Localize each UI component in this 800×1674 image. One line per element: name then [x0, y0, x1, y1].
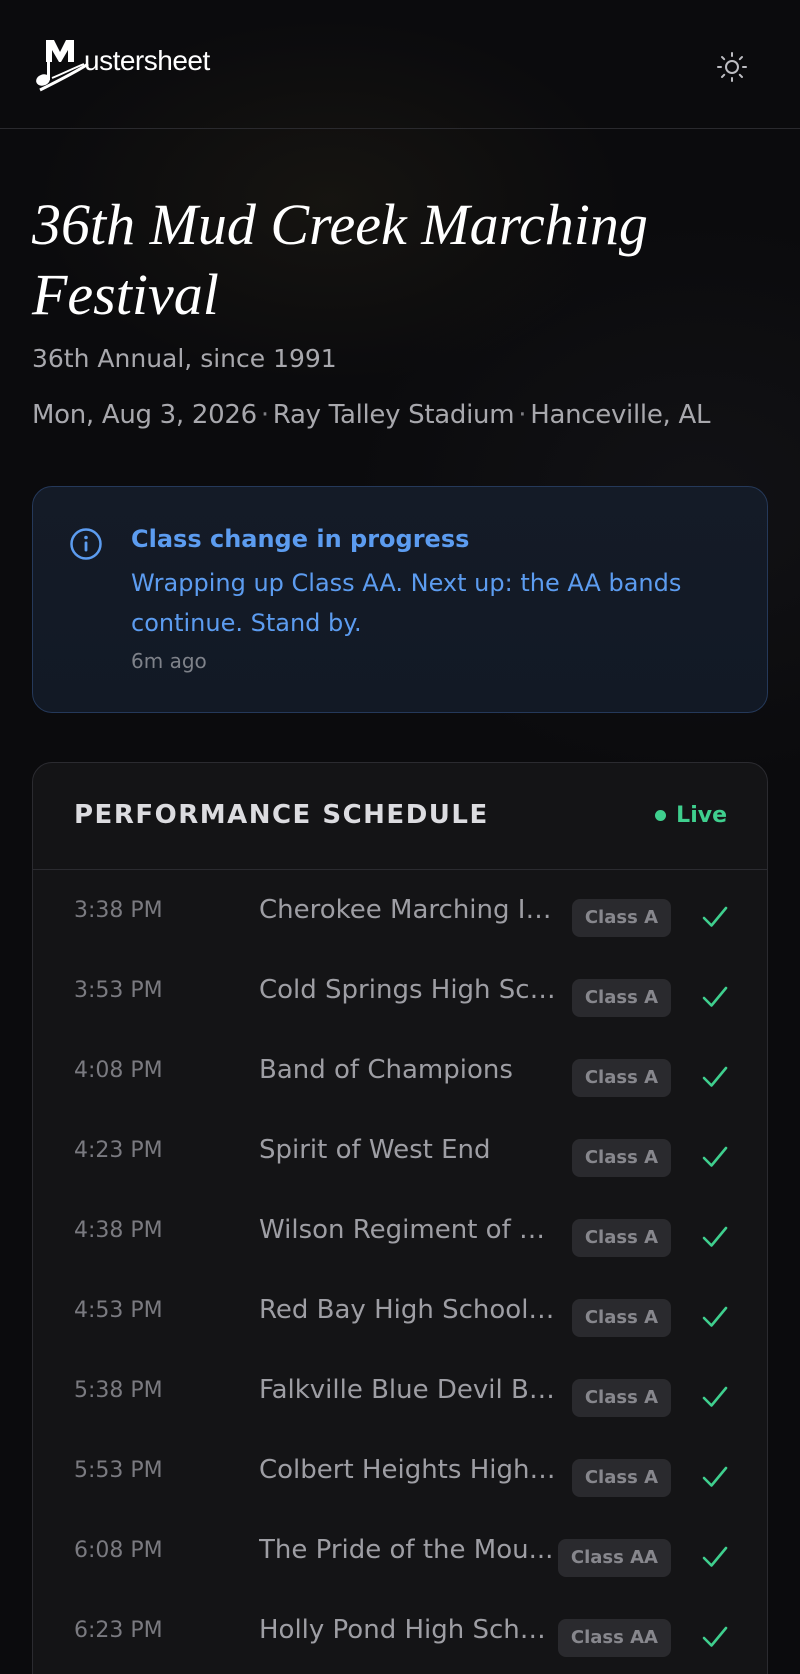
class-badge: Class A [571, 1219, 671, 1257]
checkmark-icon [701, 1143, 729, 1171]
class-badge: Class AA [557, 1619, 671, 1657]
schedule-row[interactable]: 4:53 PM Red Bay High School B... Class A [33, 1270, 767, 1350]
schedule-row[interactable]: 3:38 PM Cherokee Marching In... Class A [33, 870, 767, 950]
band-name: Falkville Blue Devil Band [259, 1375, 559, 1405]
performance-time: 3:38 PM [74, 898, 163, 923]
event-location: Hanceville, AL [530, 400, 711, 430]
performance-time: 4:23 PM [74, 1138, 163, 1163]
schedule-row[interactable]: 3:53 PM Cold Springs High Sch... Class A [33, 950, 767, 1030]
logo-text: ustersheet [84, 45, 210, 76]
meta-separator: · [260, 400, 269, 430]
alert-timestamp: 6m ago [131, 649, 207, 673]
band-name: Spirit of West End [259, 1135, 491, 1165]
schedule-row[interactable]: 4:08 PM Band of Champions Class A [33, 1030, 767, 1110]
schedule-row[interactable]: 4:23 PM Spirit of West End Class A [33, 1110, 767, 1190]
checkmark-icon [701, 1543, 729, 1571]
band-name: Colbert Heights High ... [259, 1455, 559, 1485]
class-badge: Class AA [557, 1539, 671, 1577]
band-name: Holly Pond High Scho... [259, 1615, 559, 1645]
info-icon [69, 527, 103, 561]
schedule-list: 3:38 PM Cherokee Marching In... Class A 3:5… [33, 870, 767, 1670]
event-subtitle: 36th Annual, since 1991 [32, 344, 337, 373]
checkmark-icon [701, 1383, 729, 1411]
event-title: 36th Mud Creek Marching Festival [32, 192, 648, 327]
band-name: Red Bay High School B... [259, 1295, 559, 1325]
schedule-title: PERFORMANCE SCHEDULE [74, 800, 489, 830]
performance-time: 3:53 PM [74, 978, 163, 1003]
band-name: The Pride of the Mou... [259, 1535, 554, 1565]
class-badge: Class A [571, 1459, 671, 1497]
performance-time: 6:08 PM [74, 1538, 163, 1563]
performance-time: 6:23 PM [74, 1618, 163, 1643]
schedule-header: PERFORMANCE SCHEDULE Live [33, 763, 767, 870]
meta-separator: · [518, 400, 527, 430]
live-dot-icon [655, 810, 667, 821]
sun-icon [717, 52, 747, 82]
checkmark-icon [701, 1623, 729, 1651]
checkmark-icon [701, 1063, 729, 1091]
band-name: Cherokee Marching In... [259, 895, 559, 925]
schedule-row[interactable]: 6:08 PM The Pride of the Mou... Class AA [33, 1510, 767, 1590]
schedule-row[interactable]: 5:53 PM Colbert Heights High ... Class A [33, 1430, 767, 1510]
schedule-row[interactable]: 5:38 PM Falkville Blue Devil Band Class A [33, 1350, 767, 1430]
checkmark-icon [701, 1223, 729, 1251]
class-badge: Class A [571, 979, 671, 1017]
class-badge: Class A [571, 1059, 671, 1097]
alert-title: Class change in progress [131, 525, 470, 553]
logo[interactable]: ustersheet [32, 34, 222, 94]
class-badge: Class A [571, 1299, 671, 1337]
class-badge: Class A [571, 1379, 671, 1417]
schedule-row[interactable]: 4:38 PM Wilson Regiment of Bl... Class A [33, 1190, 767, 1270]
checkmark-icon [701, 1303, 729, 1331]
checkmark-icon [701, 1463, 729, 1491]
alert-body: Wrapping up Class AA. Next up: the AA ba… [131, 569, 682, 637]
event-meta: Mon, Aug 3, 2026 · Ray Talley Stadium · Hanc… [32, 400, 772, 430]
schedule-row[interactable]: 6:23 PM Holly Pond High Scho... Class AA [33, 1590, 767, 1670]
band-name: Band of Champions [259, 1055, 513, 1085]
event-venue: Ray Talley Stadium [272, 400, 515, 430]
class-badge: Class A [571, 1139, 671, 1177]
checkmark-icon [701, 903, 729, 931]
live-status-label: Live [676, 803, 727, 828]
announcement-alert: Class change in progress Wrapping up Cla… [32, 486, 768, 713]
performance-time: 4:08 PM [74, 1058, 163, 1083]
checkmark-icon [701, 983, 729, 1011]
performance-time: 5:53 PM [74, 1458, 163, 1483]
class-badge: Class A [571, 899, 671, 937]
event-date: Mon, Aug 3, 2026 [32, 400, 257, 430]
performance-schedule-card: PERFORMANCE SCHEDULE Live 3:38 PM Cheroke… [32, 762, 768, 1674]
performance-time: 5:38 PM [74, 1378, 163, 1403]
logo-music-note-icon [32, 34, 92, 94]
band-name: Cold Springs High Sch... [259, 975, 559, 1005]
top-bar: ustersheet [0, 0, 800, 129]
live-status-indicator: Live [655, 803, 727, 828]
theme-toggle-button[interactable] [708, 43, 756, 91]
band-name: Wilson Regiment of Bl... [259, 1215, 559, 1245]
performance-time: 4:38 PM [74, 1218, 163, 1243]
performance-time: 4:53 PM [74, 1298, 163, 1323]
